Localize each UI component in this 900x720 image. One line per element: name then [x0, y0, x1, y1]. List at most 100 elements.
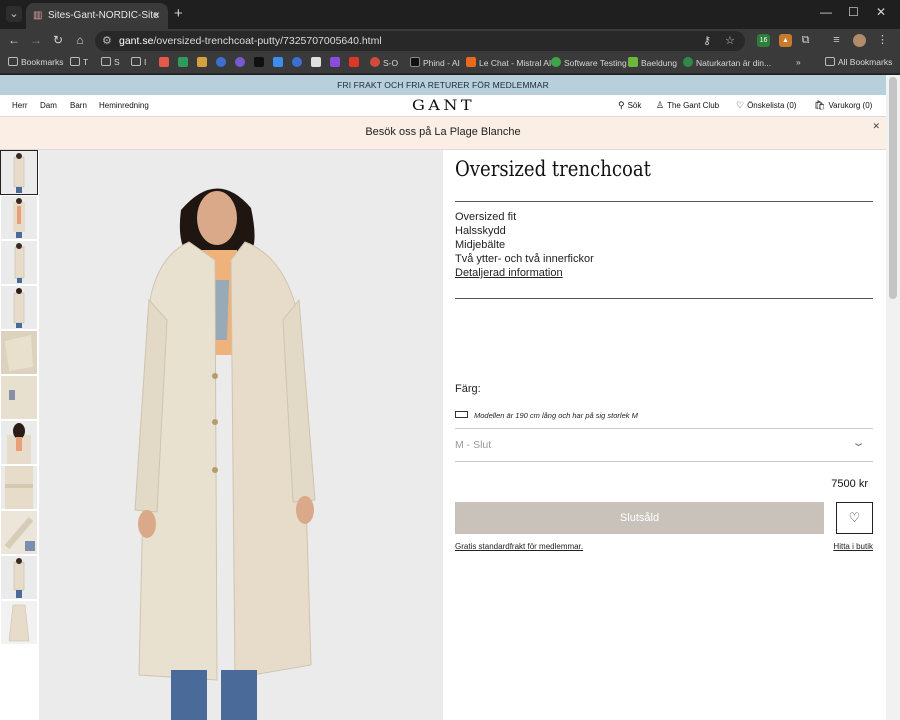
thumbnail-6[interactable] [1, 376, 37, 419]
feature-item: Midjebälte [455, 239, 506, 251]
url-text[interactable]: gant.se/oversized-trenchcoat-putty/73257… [119, 35, 382, 47]
password-key-icon[interactable]: ⚷ [703, 34, 711, 47]
thumbnail-1[interactable] [0, 150, 38, 195]
s-o-icon [370, 57, 380, 67]
maximize-button[interactable]: ☐ [848, 5, 859, 19]
gant-club-link[interactable]: ♙ The Gant Club [656, 100, 719, 111]
bookmark-naturkartan[interactable]: Naturkartan är din... [683, 57, 771, 68]
forward-button[interactable]: → [28, 33, 44, 47]
thumbnail-11[interactable] [1, 601, 37, 644]
sold-out-button[interactable]: Slutsåld [455, 502, 824, 534]
browser-toolbar: ← → ↻ ⌂ ⚙ gant.se/oversized-trenchcoat-p… [0, 29, 900, 53]
bookmarks-overflow-icon[interactable]: » [796, 57, 801, 67]
feature-item: Två ytter- och två innerfickor [455, 253, 594, 265]
thumb-model-front-image [13, 153, 25, 193]
bookmark-youtube-icon[interactable] [349, 57, 362, 68]
home-button[interactable]: ⌂ [72, 33, 88, 47]
folder-icon [70, 57, 80, 66]
extension-icon[interactable]: ▲ [779, 34, 792, 47]
bookmark-folder-i[interactable]: I [131, 57, 146, 67]
phind-icon [410, 57, 420, 67]
bookmark-slack-icon[interactable] [197, 57, 210, 68]
bookmark-x-icon[interactable] [254, 57, 267, 68]
size-select[interactable]: M - Slut ⌄ [455, 428, 873, 462]
bookmark-folder-t[interactable]: T [70, 57, 88, 67]
product-main-image[interactable] [39, 150, 443, 720]
folder-icon [8, 57, 18, 66]
window-close-button[interactable]: ✕ [876, 5, 886, 19]
bookmark-baeldung[interactable]: Baeldung [628, 57, 677, 68]
thumbnail-8[interactable] [1, 466, 37, 509]
find-in-store-link[interactable]: Hitta i butik [833, 542, 873, 551]
bookmark-folder-s[interactable]: S [101, 57, 120, 67]
bookmark-le-chat[interactable]: Le Chat - Mistral AI [466, 57, 551, 68]
thumbnail-5[interactable] [1, 331, 37, 374]
bookmark-docs-icon[interactable] [311, 57, 324, 68]
bookmark-phind[interactable]: Phind - AI [410, 57, 460, 68]
gant-logo[interactable]: GANT [412, 98, 475, 114]
nav-dam[interactable]: Dam [40, 101, 57, 110]
page-scrollbar[interactable] [886, 75, 900, 720]
details-link[interactable]: Detaljerad information [455, 267, 563, 279]
ruler-icon [455, 411, 468, 418]
product-price: 7500 kr [831, 478, 868, 490]
tab-close-icon[interactable]: × [153, 8, 160, 22]
divider [455, 201, 873, 202]
bookmark-star-icon[interactable]: ☆ [725, 34, 735, 47]
thumb-model-open-image [13, 198, 25, 238]
gant-favicon-icon: ▥ [33, 10, 43, 21]
minimize-button[interactable]: — [820, 5, 832, 19]
bookmark-facebook2-icon[interactable] [292, 57, 305, 68]
back-button[interactable]: ← [6, 33, 22, 47]
bookmark-bluesky-icon[interactable] [273, 57, 286, 68]
bookmark-folder-bookmarks[interactable]: Bookmarks [8, 57, 64, 67]
bookmark-s-o[interactable]: S-O [370, 57, 398, 68]
new-tab-button[interactable]: + [174, 5, 183, 22]
nav-barn[interactable]: Barn [70, 101, 87, 110]
search-icon: ⚲ [618, 100, 625, 110]
thumbnail-9[interactable] [1, 511, 37, 554]
search-link[interactable]: ⚲ Sök [618, 100, 641, 111]
thumb-pocket-image [1, 376, 37, 419]
bookmark-twitch-icon[interactable] [330, 57, 343, 68]
browser-tab[interactable]: ▥ Sites-Gant-NORDIC-Site × [26, 3, 168, 29]
thumb-model-back-image [13, 288, 25, 328]
nav-heminredning[interactable]: Heminredning [99, 101, 149, 110]
thumbnail-7[interactable] [1, 421, 37, 464]
nav-herr[interactable]: Herr [12, 101, 28, 110]
thumbnail-10[interactable] [1, 556, 37, 599]
baeldung-icon [628, 57, 638, 67]
bookmark-folder-all[interactable]: All Bookmarks [825, 57, 892, 67]
main-navigation: Herr Dam Barn Heminredning GANT ⚲ Sök ♙ Th… [0, 95, 886, 117]
banner-close-icon[interactable]: ✕ [872, 121, 880, 132]
menu-dots-icon[interactable]: ⋮ [876, 34, 889, 47]
tab-search-button[interactable]: ⌄ [6, 6, 22, 22]
thumb-model-walk-image [13, 558, 25, 598]
bookmark-facebook-icon[interactable] [216, 57, 229, 68]
cart-link[interactable]: 🛍 Varukorg (0) [814, 100, 872, 111]
extensions-puzzle-icon[interactable]: ⧉ [799, 34, 812, 47]
folder-icon [101, 57, 111, 66]
thumbnail-2[interactable] [1, 196, 37, 239]
store-banner[interactable]: Besök oss på La Plage Blanche ✕ [0, 117, 886, 150]
bookmark-reddit-icon[interactable] [235, 57, 248, 68]
add-to-wishlist-button[interactable]: ♡ [836, 502, 873, 534]
thumbnail-4[interactable] [1, 286, 37, 329]
media-control-icon[interactable]: ≡ [830, 34, 843, 47]
free-shipping-link[interactable]: Gratis standardfrakt för medlemmar. [455, 542, 583, 551]
bookmark-software-testing[interactable]: Software Testing [551, 57, 627, 68]
bag-icon: 🛍 [814, 100, 826, 110]
size-selected-value: M - Slut [455, 439, 492, 451]
scrollbar-thumb[interactable] [889, 77, 897, 299]
reload-button[interactable]: ↻ [50, 33, 66, 47]
thumbnail-3[interactable] [1, 241, 37, 284]
address-bar[interactable]: ⚙ gant.se/oversized-trenchcoat-putty/732… [95, 31, 745, 51]
site-info-icon[interactable]: ⚙ [102, 34, 112, 47]
promo-bar[interactable]: FRI FRAKT OCH FRIA RETURER FÖR MEDLEMMAR [0, 75, 886, 95]
wishlist-link[interactable]: ♡ Önskelista (0) [736, 100, 796, 111]
mistral-icon [466, 57, 476, 67]
bookmark-sheets-icon[interactable] [178, 57, 191, 68]
extension-badge-icon[interactable]: 16 [757, 34, 770, 47]
profile-avatar-icon[interactable] [853, 34, 866, 47]
bookmark-gmail-icon[interactable] [159, 57, 172, 68]
